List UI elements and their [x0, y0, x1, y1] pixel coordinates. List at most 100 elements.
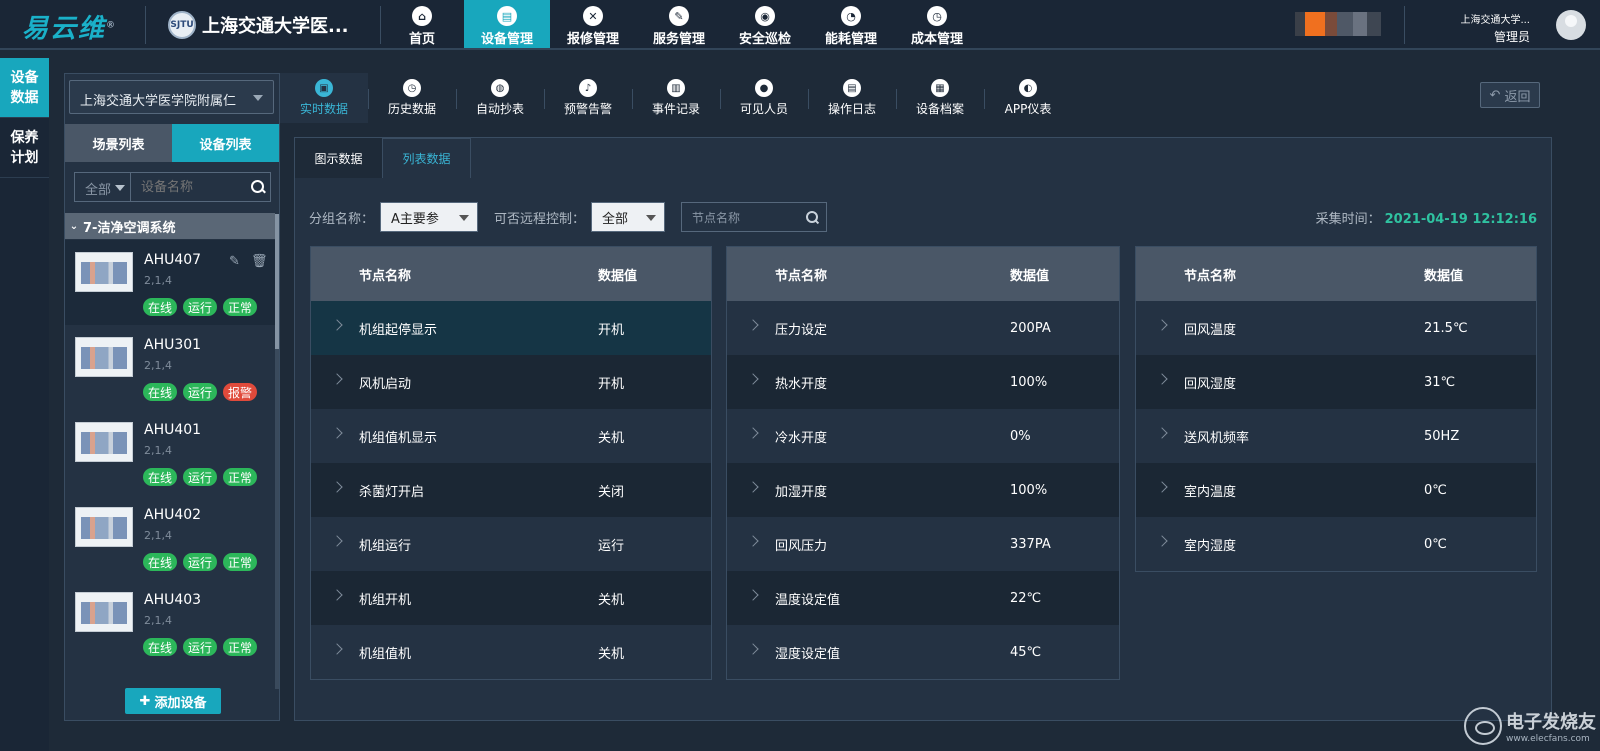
- app-logo[interactable]: 易云维®: [22, 8, 117, 45]
- table-row[interactable]: 机组起停显示 开机: [311, 301, 711, 355]
- nav-edit[interactable]: ✎ 服务管理: [636, 0, 722, 48]
- sidenav-item[interactable]: 设备数据: [0, 58, 49, 118]
- table-row[interactable]: 机组值机 关机: [311, 625, 711, 679]
- node-search-placeholder: 节点名称: [692, 210, 741, 225]
- chevron-right-icon[interactable]: [747, 427, 759, 439]
- nav-home[interactable]: ⌂ 首页: [400, 0, 444, 48]
- table-row[interactable]: 室内湿度 0℃: [1136, 517, 1536, 571]
- subnav-archive[interactable]: ▦ 设备档案: [896, 73, 984, 123]
- subnav-history[interactable]: ◷ 历史数据: [368, 73, 456, 123]
- add-device-button[interactable]: ✚ 添加设备: [125, 688, 221, 714]
- table-row[interactable]: 机组值机显示 关机: [311, 409, 711, 463]
- table-row[interactable]: 冷水开度 0%: [727, 409, 1119, 463]
- chevron-right-icon[interactable]: [331, 643, 343, 655]
- chevron-right-icon[interactable]: [1156, 427, 1168, 439]
- user-account[interactable]: 上海交通大学... 管理员: [1410, 6, 1600, 44]
- tab-list-view[interactable]: 列表数据: [383, 138, 471, 178]
- chevron-right-icon[interactable]: [1156, 481, 1168, 493]
- chevron-right-icon[interactable]: [331, 373, 343, 385]
- table-row[interactable]: 机组开机 关机: [311, 571, 711, 625]
- chevron-right-icon[interactable]: [747, 319, 759, 331]
- trash-icon[interactable]: 🗑: [251, 254, 268, 269]
- search-icon[interactable]: [249, 173, 269, 201]
- chevron-right-icon[interactable]: [331, 535, 343, 547]
- avatar[interactable]: [1556, 10, 1586, 40]
- chevron-right-icon[interactable]: [331, 481, 343, 493]
- scope-select[interactable]: 全部: [75, 173, 131, 201]
- chevron-right-icon[interactable]: [331, 427, 343, 439]
- device-item[interactable]: AHU407 2,1,4 在线 运行 正常 ✎ 🗑: [65, 240, 275, 325]
- device-item[interactable]: AHU403 2,1,4 在线 运行 正常: [65, 580, 275, 665]
- table-row[interactable]: 机组运行 运行: [311, 517, 711, 571]
- nav-pie-chart[interactable]: ◔ 能耗管理: [808, 0, 894, 48]
- table-row[interactable]: 杀菌灯开启 关闭: [311, 463, 711, 517]
- side-nav: 设备数据 保养计划: [0, 58, 49, 751]
- node-value: 0℃: [1424, 536, 1447, 552]
- status-badge: 正常: [223, 298, 257, 316]
- device-item[interactable]: AHU402 2,1,4 在线 运行 正常: [65, 495, 275, 580]
- watermark-logo: [1464, 707, 1502, 745]
- org-select[interactable]: 上海交通大学医学院附属仁: [69, 80, 274, 114]
- table-row[interactable]: 回风压力 337PA: [727, 517, 1119, 571]
- nav-clock[interactable]: ◷ 成本管理: [894, 0, 980, 48]
- subnav-log[interactable]: ▤ 操作日志: [808, 73, 896, 123]
- scrollbar[interactable]: [275, 214, 279, 689]
- subnav-gauge[interactable]: ◐ APP仪表: [984, 73, 1072, 123]
- back-button[interactable]: ↶ 返回: [1480, 82, 1540, 108]
- divider: [1404, 6, 1405, 44]
- search-icon[interactable]: [806, 211, 819, 223]
- table-row[interactable]: 温度设定值 22℃: [727, 571, 1119, 625]
- remote-select[interactable]: 全部: [591, 202, 666, 232]
- scrollbar-thumb[interactable]: [275, 214, 279, 349]
- subnav-meter[interactable]: ◍ 自动抄表: [456, 73, 544, 123]
- node-value: 0℃: [1424, 482, 1447, 498]
- table-row[interactable]: 湿度设定值 45℃: [727, 625, 1119, 679]
- chevron-right-icon[interactable]: [331, 319, 343, 331]
- chevron-right-icon[interactable]: [1156, 319, 1168, 331]
- subnav-record[interactable]: ▥ 事件记录: [632, 73, 720, 123]
- node-name: 室内温度: [1184, 484, 1237, 500]
- history-icon: ◷: [403, 79, 421, 97]
- device-name: AHU403: [144, 592, 202, 608]
- table-row[interactable]: 加湿开度 100%: [727, 463, 1119, 517]
- subnav-person[interactable]: ● 可见人员: [720, 73, 808, 123]
- chevron-right-icon[interactable]: [747, 373, 759, 385]
- node-search-input[interactable]: 节点名称: [681, 202, 828, 232]
- collect-time-label: 采集时间：: [1315, 212, 1381, 227]
- chevron-right-icon[interactable]: [331, 589, 343, 601]
- tab-devices[interactable]: 设备列表: [172, 124, 279, 162]
- table-row[interactable]: 压力设定 200PA: [727, 301, 1119, 355]
- table-row[interactable]: 风机启动 开机: [311, 355, 711, 409]
- table-row[interactable]: 室内温度 0℃: [1136, 463, 1536, 517]
- table-row[interactable]: 回风湿度 31℃: [1136, 355, 1536, 409]
- subnav-bell[interactable]: ♪ 预警告警: [544, 73, 632, 123]
- chevron-right-icon[interactable]: [747, 643, 759, 655]
- node-value: 50HZ: [1424, 428, 1460, 444]
- nav-label: 设备管理: [480, 32, 533, 47]
- device-thumbnail: [75, 337, 133, 377]
- table-row[interactable]: 送风机频率 50HZ: [1136, 409, 1536, 463]
- chevron-right-icon[interactable]: [747, 535, 759, 547]
- chevron-right-icon[interactable]: [747, 589, 759, 601]
- device-item[interactable]: AHU401 2,1,4 在线 运行 正常: [65, 410, 275, 495]
- org-seal-icon: SJTU: [168, 11, 196, 39]
- node-value: 100%: [1010, 482, 1048, 498]
- nav-location[interactable]: ◉ 安全巡检: [722, 0, 808, 48]
- table-row[interactable]: 回风温度 21.5℃: [1136, 301, 1536, 355]
- chevron-right-icon[interactable]: [747, 481, 759, 493]
- nav-tools[interactable]: ✕ 报修管理: [550, 0, 636, 48]
- device-search-input[interactable]: [131, 173, 249, 201]
- node-value: 31℃: [1424, 374, 1456, 390]
- chevron-right-icon[interactable]: [1156, 373, 1168, 385]
- device-group-header[interactable]: ⌄ 7-洁净空调系统: [65, 213, 275, 239]
- subnav-realtime[interactable]: ▣ 实时数据: [280, 73, 368, 123]
- nav-device[interactable]: ▤ 设备管理: [464, 0, 550, 48]
- tab-scenes[interactable]: 场景列表: [65, 124, 172, 162]
- device-item[interactable]: AHU301 2,1,4 在线 运行 报警: [65, 325, 275, 410]
- sidenav-item[interactable]: 保养计划: [0, 118, 49, 178]
- table-row[interactable]: 热水开度 100%: [727, 355, 1119, 409]
- group-select[interactable]: A主要参: [380, 202, 479, 232]
- chevron-right-icon[interactable]: [1156, 535, 1168, 547]
- edit-icon[interactable]: ✎: [229, 254, 243, 269]
- tab-chart-view[interactable]: 图示数据: [295, 138, 383, 178]
